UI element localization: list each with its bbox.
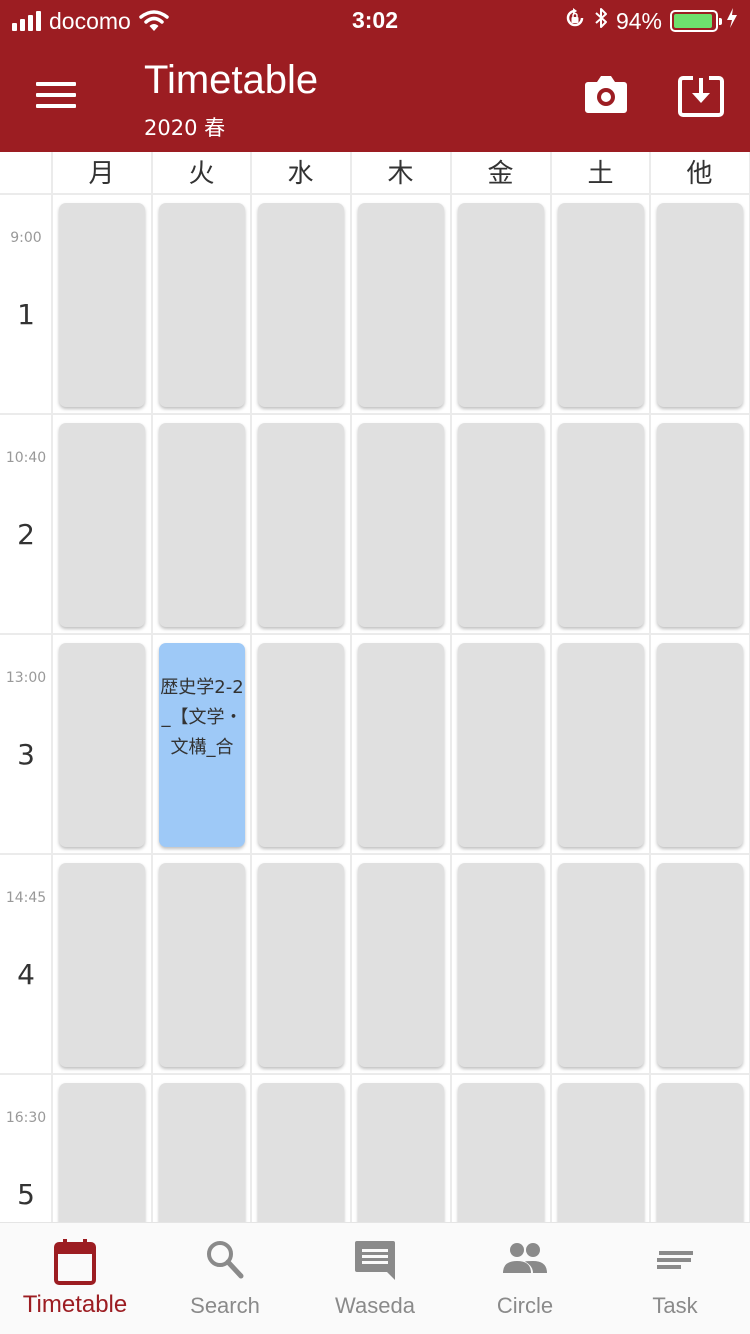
grid-divider (350, 152, 352, 1222)
nav-item-waseda[interactable]: Waseda (300, 1223, 450, 1334)
nav-item-task[interactable]: Task (600, 1223, 750, 1334)
battery-percent: 94% (615, 7, 662, 34)
empty-class-cell[interactable] (558, 863, 644, 1067)
notes-icon (655, 1239, 695, 1283)
empty-class-cell[interactable] (657, 203, 743, 407)
period-number: 4 (17, 958, 35, 991)
empty-class-cell[interactable] (358, 1083, 444, 1222)
empty-class-cell[interactable] (258, 423, 344, 627)
timetable-grid: 月 火 水 木 金 土 他 9:00 1 10:40 2 13:00 3 14:45 4 16:30 5 歴史学2… (0, 152, 750, 1222)
camera-icon[interactable] (584, 74, 628, 114)
page-title: Timetable (144, 58, 319, 102)
nav-item-timetable[interactable]: Timetable (0, 1223, 150, 1334)
empty-class-cell[interactable] (558, 423, 644, 627)
empty-class-cell[interactable] (458, 423, 544, 627)
empty-class-cell[interactable] (258, 203, 344, 407)
day-header: 木 (387, 159, 414, 189)
search-icon (205, 1239, 245, 1285)
empty-class-cell[interactable] (657, 1083, 743, 1222)
empty-class-cell[interactable] (458, 1083, 544, 1222)
bottom-navigation: Timetable Search Waseda Circle Task (0, 1222, 750, 1334)
empty-class-cell[interactable] (358, 423, 444, 627)
grid-divider (250, 152, 252, 1222)
nav-label-timetable: Timetable (22, 1291, 128, 1318)
empty-class-cell[interactable] (258, 643, 344, 847)
empty-class-cell[interactable] (59, 1083, 145, 1222)
battery-icon (670, 10, 722, 32)
status-bar: docomo 3:02 94% (0, 0, 750, 40)
period-number: 3 (17, 738, 35, 771)
empty-class-cell[interactable] (159, 1083, 245, 1222)
grid-divider (0, 413, 750, 415)
grid-divider (649, 152, 651, 1222)
day-header: 金 (487, 159, 514, 189)
course-cell[interactable]: 歴史学2-2_【文学・文構_合 (159, 643, 245, 847)
day-header: 水 (287, 159, 314, 189)
empty-class-cell[interactable] (59, 863, 145, 1067)
people-icon (502, 1239, 548, 1283)
download-icon[interactable] (678, 74, 724, 118)
empty-class-cell[interactable] (59, 643, 145, 847)
empty-class-cell[interactable] (358, 203, 444, 407)
empty-class-cell[interactable] (258, 1083, 344, 1222)
period-number: 2 (17, 518, 35, 551)
day-header: 土 (587, 159, 614, 189)
period-number: 1 (17, 298, 35, 331)
empty-class-cell[interactable] (358, 643, 444, 847)
term-subtitle: 2020 春 (144, 116, 226, 140)
nav-label-search: Search (190, 1293, 260, 1318)
nav-label-task: Task (652, 1293, 698, 1318)
empty-class-cell[interactable] (59, 203, 145, 407)
empty-class-cell[interactable] (657, 423, 743, 627)
bluetooth-icon (594, 6, 608, 36)
grid-divider (0, 1073, 750, 1075)
grid-divider (0, 633, 750, 635)
empty-class-cell[interactable] (358, 863, 444, 1067)
nav-item-circle[interactable]: Circle (450, 1223, 600, 1334)
empty-class-cell[interactable] (59, 423, 145, 627)
period-start-time: 16:30 (5, 1110, 47, 1126)
empty-class-cell[interactable] (558, 643, 644, 847)
nav-label-waseda: Waseda (335, 1293, 415, 1318)
period-start-time: 13:00 (5, 670, 47, 686)
empty-class-cell[interactable] (159, 203, 245, 407)
period-start-time: 10:40 (5, 450, 47, 466)
empty-class-cell[interactable] (258, 863, 344, 1067)
course-title: 歴史学2-2_【文学・文構_合 (160, 677, 244, 758)
rotation-lock-icon (564, 7, 586, 35)
app-header: docomo 3:02 94% Timetable 2020 春 (0, 0, 750, 152)
empty-class-cell[interactable] (657, 863, 743, 1067)
empty-class-cell[interactable] (458, 203, 544, 407)
day-header: 月 (88, 159, 115, 189)
empty-class-cell[interactable] (159, 423, 245, 627)
empty-class-cell[interactable] (458, 643, 544, 847)
empty-class-cell[interactable] (657, 643, 743, 847)
menu-icon[interactable] (36, 82, 76, 112)
period-start-time: 9:00 (10, 230, 42, 246)
charging-icon (726, 7, 738, 35)
nav-item-search[interactable]: Search (150, 1223, 300, 1334)
day-header: 火 (188, 159, 215, 189)
empty-class-cell[interactable] (458, 863, 544, 1067)
grid-divider (550, 152, 552, 1222)
grid-divider (450, 152, 452, 1222)
empty-class-cell[interactable] (558, 203, 644, 407)
period-start-time: 14:45 (5, 890, 47, 906)
calendar-icon (54, 1239, 96, 1289)
nav-label-circle: Circle (496, 1293, 554, 1318)
period-number: 5 (17, 1178, 35, 1211)
grid-divider (0, 853, 750, 855)
day-header: 他 (686, 159, 713, 189)
empty-class-cell[interactable] (558, 1083, 644, 1222)
empty-class-cell[interactable] (159, 863, 245, 1067)
message-icon (354, 1239, 396, 1285)
grid-divider (151, 152, 153, 1222)
